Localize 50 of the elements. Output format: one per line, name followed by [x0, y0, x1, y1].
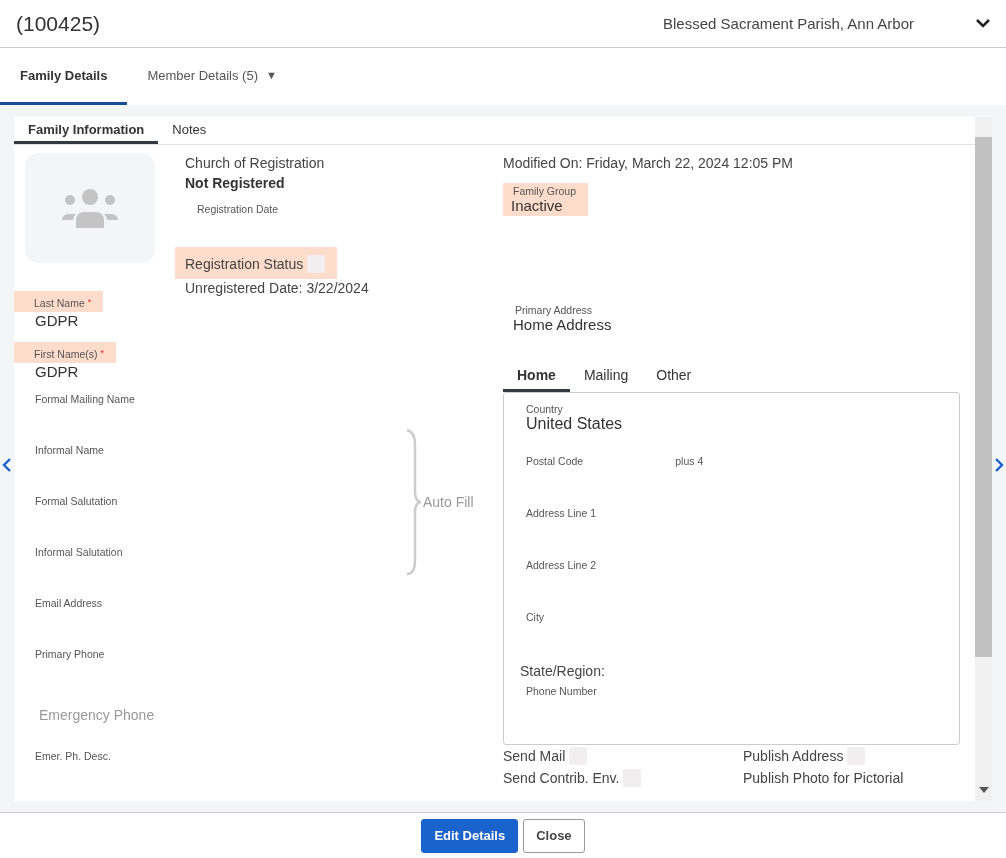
field-label: Address Line 2	[526, 559, 597, 571]
caret-icon: ▼	[265, 69, 277, 81]
field-label: Informal Salutation	[34, 546, 123, 558]
field-label: Primary Address	[515, 304, 594, 316]
parish-name: Blessed Sacrament Parish, Ann Arbor	[663, 15, 914, 32]
field-value: GDPR	[34, 363, 79, 380]
field-label: Church of Registration	[185, 155, 325, 171]
field-value: GDPR	[34, 312, 79, 329]
section-label: State/Region:	[519, 663, 606, 679]
checkbox[interactable]	[307, 255, 326, 273]
field-label: Formal Mailing Name	[34, 393, 135, 405]
field-label: Phone Number	[526, 685, 597, 697]
field-value: Not Registered	[185, 175, 285, 191]
field-value: United States	[526, 415, 624, 433]
field-label: City	[526, 611, 545, 623]
field-label: Registration Status	[185, 256, 304, 272]
field-label: Address Line 1	[526, 507, 597, 519]
group-icon	[61, 188, 119, 228]
field-label: Last Name *	[14, 291, 104, 312]
field-value: Home Address	[513, 316, 612, 333]
scrollbar-thumb[interactable]	[975, 137, 992, 657]
section-label: Emergency Phone	[38, 706, 156, 725]
field-label: plus 4	[675, 455, 704, 467]
field-label: Email Address	[34, 597, 103, 609]
modified-date: Modified On: Friday, March 22, 2024 12:05 PM	[503, 155, 793, 171]
field-label: First Name(s) *	[14, 342, 117, 363]
option-label: Publish Photo for Pictorial	[743, 770, 904, 786]
option-label: Send Contrib. Env.	[503, 770, 620, 786]
next-icon[interactable]	[994, 457, 1004, 472]
field-label: Primary Phone	[34, 648, 105, 660]
field-label: Informal Name	[34, 444, 104, 456]
brace-icon	[405, 428, 421, 576]
scrollbar[interactable]	[975, 117, 992, 801]
edit-button[interactable]: Edit Details	[421, 818, 519, 853]
scroll-down-icon[interactable]	[978, 787, 989, 793]
unregistered-date: Unregistered Date: 3/22/2024	[185, 280, 369, 296]
field-label: Family Group	[513, 185, 576, 197]
field-label: Postal Code	[526, 455, 584, 467]
record-title: (100425)	[16, 11, 102, 36]
field-label: Country	[526, 403, 563, 415]
option-label: Publish Address	[743, 748, 844, 764]
field-label: Emer. Ph. Desc.	[34, 750, 111, 762]
close-button[interactable]: Close	[523, 818, 585, 853]
field-value: Inactive	[511, 197, 564, 214]
field-label: Registration Date	[197, 203, 279, 215]
previous-icon[interactable]	[2, 457, 12, 472]
chevron-down-icon[interactable]	[976, 19, 990, 28]
field-label: Formal Salutation	[34, 495, 118, 507]
auto-fill-label: Auto Fill	[423, 494, 474, 510]
option-label: Send Mail	[503, 748, 566, 764]
